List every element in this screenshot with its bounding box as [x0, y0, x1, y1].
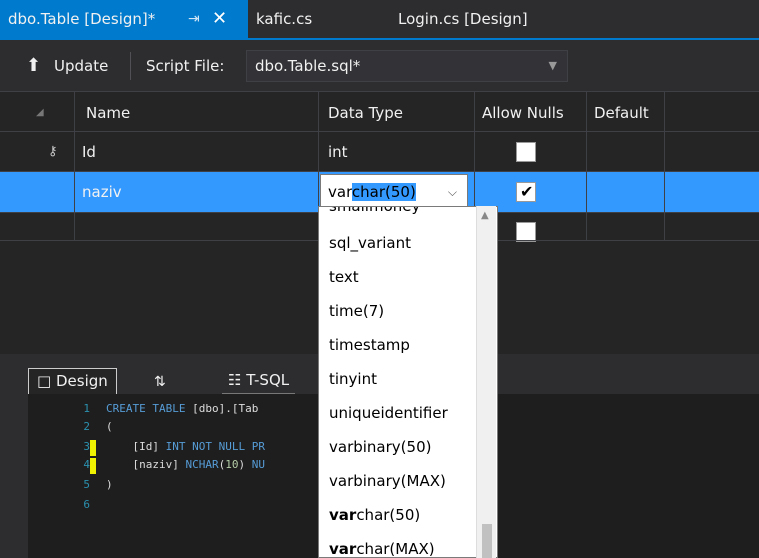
chevron-down-icon[interactable]: ⌵	[448, 175, 457, 209]
tab-label: T-SQL	[246, 371, 290, 389]
line-number: 3	[83, 440, 90, 453]
column-header-allow-nulls[interactable]: Allow Nulls	[482, 92, 564, 134]
row-name-cell[interactable]: Id	[82, 131, 96, 173]
update-arrow-icon[interactable]: ⬆	[26, 40, 41, 92]
list-item[interactable]: timestamp	[329, 328, 410, 362]
code-line: [naziv] NCHAR(10) NU	[106, 458, 265, 471]
tab-login-design[interactable]: Login.cs [Design]	[398, 0, 528, 38]
change-marker	[90, 440, 96, 456]
item-rest: char(MAX)	[356, 540, 435, 558]
row-name-cell[interactable]: naziv	[82, 171, 122, 213]
scroll-thumb[interactable]	[482, 524, 492, 558]
grid-divider	[586, 92, 587, 240]
column-header-default[interactable]: Default	[594, 92, 649, 134]
code-line: )	[106, 478, 113, 491]
column-header-name[interactable]: Name	[86, 92, 130, 134]
chevron-down-icon: ▼	[548, 59, 557, 72]
toolbar-separator	[130, 52, 131, 80]
script-file-select[interactable]: dbo.Table.sql* ▼	[246, 50, 568, 82]
tab-label: Design	[55, 372, 108, 390]
code-line: CREATE TABLE [dbo].[Tab	[106, 402, 259, 415]
tab-label: dbo.Table [Design]*	[8, 10, 156, 28]
sql-icon: ☷	[228, 371, 242, 389]
grid-divider	[0, 171, 759, 172]
row-data-type-cell[interactable]: int	[328, 131, 348, 173]
document-tab-strip: dbo.Table [Design]* ⇥ ✕ kafic.cs Login.c…	[0, 0, 759, 40]
tab-dbo-table-design[interactable]: dbo.Table [Design]* ⇥ ✕	[0, 0, 248, 38]
grid-divider	[74, 92, 75, 240]
column-header-data-type[interactable]: Data Type	[328, 92, 403, 134]
allow-nulls-checkbox[interactable]	[516, 142, 536, 162]
scroll-up-icon[interactable]: ▲	[481, 210, 489, 221]
match-text: var	[329, 506, 357, 524]
allow-nulls-checkbox[interactable]	[516, 222, 536, 242]
line-number: 5	[83, 478, 90, 491]
list-item[interactable]: varbinary(50)	[329, 430, 431, 464]
data-type-dropdown-list[interactable]: smallmoney sql_variant text time(7) time…	[318, 206, 498, 558]
list-item[interactable]: text	[329, 260, 359, 294]
pin-icon[interactable]: ⇥	[188, 0, 200, 38]
list-item[interactable]: varchar(50)	[329, 498, 420, 532]
designer-toolbar: ⬆ Update Script File: dbo.Table.sql* ▼	[0, 40, 759, 92]
list-item[interactable]: sql_variant	[329, 226, 411, 260]
tab-label: kafic.cs	[256, 10, 313, 28]
match-text: var	[329, 540, 357, 558]
tab-tsql[interactable]: ☷ T-SQL	[222, 368, 296, 394]
autocomplete-text: char(50)	[351, 183, 416, 201]
tab-label: Login.cs [Design]	[398, 10, 528, 28]
script-file-value: dbo.Table.sql*	[255, 57, 361, 75]
grid-divider	[664, 92, 665, 240]
update-button[interactable]: Update	[54, 40, 108, 92]
list-item[interactable]: varbinary(MAX)	[329, 464, 446, 498]
line-number: 6	[83, 498, 90, 511]
line-number: 2	[83, 420, 90, 433]
tab-design[interactable]: □ Design	[28, 368, 117, 394]
list-item[interactable]: uniqueidentifier	[329, 396, 448, 430]
code-line: [Id] INT NOT NULL PR	[106, 440, 265, 453]
primary-key-icon: ⚷	[48, 144, 58, 159]
script-file-label: Script File:	[146, 57, 225, 75]
typed-text: var	[328, 183, 352, 201]
line-number: 4	[83, 458, 90, 471]
select-all-corner[interactable]: ◢	[36, 92, 44, 134]
list-item[interactable]: time(7)	[329, 294, 384, 328]
data-type-editor[interactable]: varchar(50) ⌵	[320, 174, 468, 210]
tab-kafic-cs[interactable]: kafic.cs	[256, 0, 312, 38]
list-item[interactable]: smallmoney	[329, 207, 420, 223]
dropdown-scrollbar[interactable]: ▲	[476, 206, 496, 558]
close-icon[interactable]: ✕	[212, 0, 227, 38]
change-marker	[90, 458, 96, 474]
list-item[interactable]: tinyint	[329, 362, 377, 396]
code-line: (	[106, 420, 113, 433]
allow-nulls-checkbox[interactable]	[516, 182, 536, 202]
list-item[interactable]: varchar(MAX)	[329, 532, 435, 558]
item-rest: char(50)	[356, 506, 421, 524]
grid-divider	[0, 131, 759, 132]
design-icon: □	[37, 372, 52, 390]
line-number: 1	[83, 402, 90, 415]
